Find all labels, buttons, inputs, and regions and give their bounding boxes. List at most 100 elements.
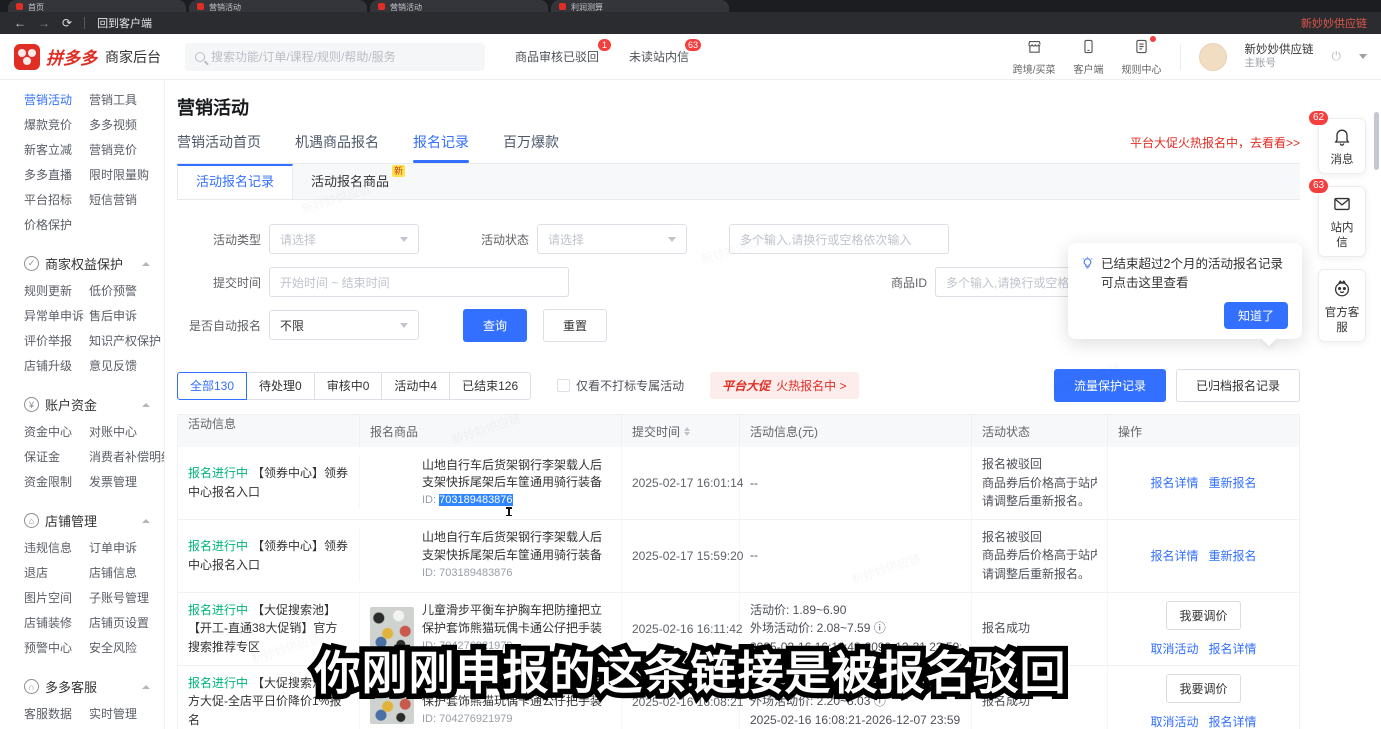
audit-rejected-link[interactable]: 商品审核已驳回 1 [515, 48, 599, 65]
table-header-cell[interactable]: 提交时间 [622, 415, 740, 447]
sidebar-item[interactable]: 平台招标 [24, 188, 85, 213]
activity-type-select[interactable]: 请选择 [269, 224, 419, 254]
status-filter-chip[interactable]: 已结束126 [449, 372, 531, 400]
sidebar-group-header[interactable]: ¥ 账户资金 [24, 395, 164, 414]
sidebar-item[interactable]: 退店 [24, 561, 85, 586]
product-id-value[interactable]: 703189483876 [439, 567, 512, 579]
sidebar-item[interactable]: 预警中心 [24, 636, 85, 661]
product-name[interactable]: 儿童滑步平衡车护胸车把防撞把立保护套饰熊猫玩偶卡通公仔把手装 [422, 602, 611, 637]
avatar[interactable] [1199, 43, 1227, 71]
submit-time-range-input[interactable]: 开始时间 ~ 结束时间 [269, 267, 569, 297]
sidebar-item[interactable]: 店铺信息 [89, 561, 164, 586]
rail-item[interactable]: 62 消息 [1318, 118, 1366, 174]
header-quick-nav-item[interactable]: 规则中心 [1122, 38, 1162, 76]
table-header-cell[interactable]: 活动状态 [972, 415, 1108, 447]
operation-link[interactable]: 取消活动 [1150, 713, 1198, 729]
unread-messages-link[interactable]: 未读站内信 63 [629, 48, 689, 65]
browser-tab[interactable]: 营销活动 [189, 0, 367, 12]
sort-icon[interactable] [684, 427, 690, 436]
sidebar-item[interactable]: 短信营销 [89, 188, 164, 213]
product-id-value[interactable]: 704276921979 [439, 713, 512, 725]
address-text[interactable]: 回到客户端 [97, 15, 152, 31]
query-button[interactable]: 查询 [463, 309, 527, 342]
sidebar-item[interactable]: 限时限量购 [89, 163, 164, 188]
subtab-activity-records[interactable]: 活动报名记录 [177, 164, 293, 199]
tab[interactable]: 机遇商品报名 [295, 132, 379, 163]
operation-link[interactable]: 报名详情 [1209, 713, 1257, 729]
account-info[interactable]: 新妙妙供应链 主账号 [1245, 43, 1314, 71]
sidebar-item[interactable]: 对账中心 [89, 420, 165, 445]
sidebar-item[interactable]: 客服数据 [24, 702, 85, 727]
rail-item[interactable]: 63 站内信 [1318, 186, 1366, 257]
header-quick-nav-item[interactable]: 客户端 [1074, 38, 1104, 76]
status-filter-chip[interactable]: 全部130 [177, 372, 247, 400]
product-thumbnail[interactable] [370, 461, 414, 505]
reset-button[interactable]: 重置 [543, 309, 607, 342]
sidebar-item[interactable]: 店铺装修 [24, 611, 85, 636]
sidebar-item[interactable]: 消费者补偿明细 [89, 445, 165, 470]
adjust-price-button[interactable]: 我要调价 [1166, 674, 1240, 703]
chevron-down-icon[interactable] [1359, 54, 1367, 59]
page-scrollbar[interactable] [1374, 112, 1379, 170]
sidebar-item[interactable]: 新客立减 [24, 138, 85, 163]
sidebar-item[interactable]: 知识产权保护 [89, 329, 164, 354]
sidebar-item[interactable]: 异常单申诉 [24, 304, 85, 329]
browser-profile-name[interactable]: 新妙妙供应链 [1301, 15, 1367, 31]
sidebar-item[interactable]: 店铺页设置 [89, 611, 164, 636]
adjust-price-button[interactable]: 我要调价 [1166, 601, 1240, 630]
table-header-cell[interactable]: 活动信息 [178, 415, 360, 447]
browser-tab[interactable]: 营销活动 [370, 0, 548, 12]
sidebar-group-header[interactable]: ✓ 商家权益保护 [24, 254, 164, 273]
operation-link[interactable]: 取消活动 [1150, 640, 1198, 657]
sidebar-group-header[interactable]: ∩ 多多客服 [24, 677, 164, 696]
sidebar-item[interactable]: 爆款竞价 [24, 113, 85, 138]
sidebar-item[interactable]: 安全风险 [89, 636, 164, 661]
table-header-cell[interactable]: 活动信息(元) [740, 415, 972, 447]
reload-icon[interactable]: ⟳ [62, 17, 72, 29]
product-name[interactable]: 山地自行车后货架钢行李架载人后支架快拆尾架后车筐通用骑行装备 [422, 457, 611, 492]
product-name[interactable]: 山地自行车后货架钢行李架载人后支架快拆尾架后车筐通用骑行装备 [422, 529, 611, 564]
table-header-cell[interactable]: 操作 [1108, 415, 1299, 447]
forward-icon[interactable]: → [38, 17, 50, 29]
sidebar-item[interactable]: 价格保护 [24, 213, 85, 238]
product-id-value[interactable]: 703189483876 [439, 494, 512, 506]
sidebar-item[interactable]: 低价预警 [89, 279, 164, 304]
sidebar-item[interactable]: 店铺升级 [24, 354, 85, 379]
operation-link[interactable]: 报名详情 [1209, 640, 1257, 657]
sidebar-item[interactable]: 资金中心 [24, 420, 85, 445]
tab[interactable]: 报名记录 [413, 132, 469, 163]
sidebar-item[interactable]: 规则更新 [24, 279, 85, 304]
product-thumbnail[interactable] [370, 607, 414, 651]
sidebar-item[interactable]: 评价举报 [24, 329, 85, 354]
status-filter-chip[interactable]: 待处理0 [246, 372, 315, 400]
sidebar-item[interactable]: 子账号管理 [89, 586, 164, 611]
promo-link[interactable]: 平台大促火热报名中，去看看>> [1130, 134, 1300, 161]
status-filter-chip[interactable]: 活动中4 [381, 372, 450, 400]
auto-enroll-select[interactable]: 不限 [269, 310, 419, 340]
sidebar-item[interactable]: 违规信息 [24, 536, 85, 561]
sidebar-item[interactable]: 保证金 [24, 445, 85, 470]
product-thumbnail[interactable] [370, 534, 414, 578]
got-it-button[interactable]: 知道了 [1224, 302, 1288, 329]
sidebar-item[interactable]: 图片空间 [24, 586, 85, 611]
browser-tab[interactable]: 利润测算 [551, 0, 729, 12]
logout-icon[interactable]: ⏻ [1332, 49, 1342, 64]
browser-tab[interactable]: 首页 [8, 0, 186, 12]
tab[interactable]: 营销活动首页 [177, 132, 261, 163]
sidebar-item[interactable]: 营销活动 [24, 88, 85, 113]
operation-link[interactable]: 报名详情 [1150, 474, 1198, 491]
exclusive-activity-checkbox[interactable]: 仅看不打标专属活动 [557, 377, 684, 394]
sidebar-item[interactable]: 发票管理 [89, 470, 165, 495]
operation-link[interactable]: 重新报名 [1209, 474, 1257, 491]
activity-status-select[interactable]: 请选择 [537, 224, 687, 254]
sidebar-item[interactable]: 实时管理 [89, 702, 164, 727]
back-icon[interactable]: ← [14, 17, 26, 29]
archived-records-button[interactable]: 已归档报名记录 [1176, 369, 1300, 402]
sidebar-item[interactable]: 营销工具 [89, 88, 164, 113]
sidebar-item[interactable]: 资金限制 [24, 470, 85, 495]
pinduoduo-logo-icon[interactable] [14, 44, 40, 70]
sidebar-item[interactable]: 订单申诉 [89, 536, 164, 561]
checkbox-icon[interactable] [557, 379, 570, 392]
status-filter-chip[interactable]: 审核中0 [314, 372, 383, 400]
sidebar-item[interactable]: 多多视频 [89, 113, 164, 138]
